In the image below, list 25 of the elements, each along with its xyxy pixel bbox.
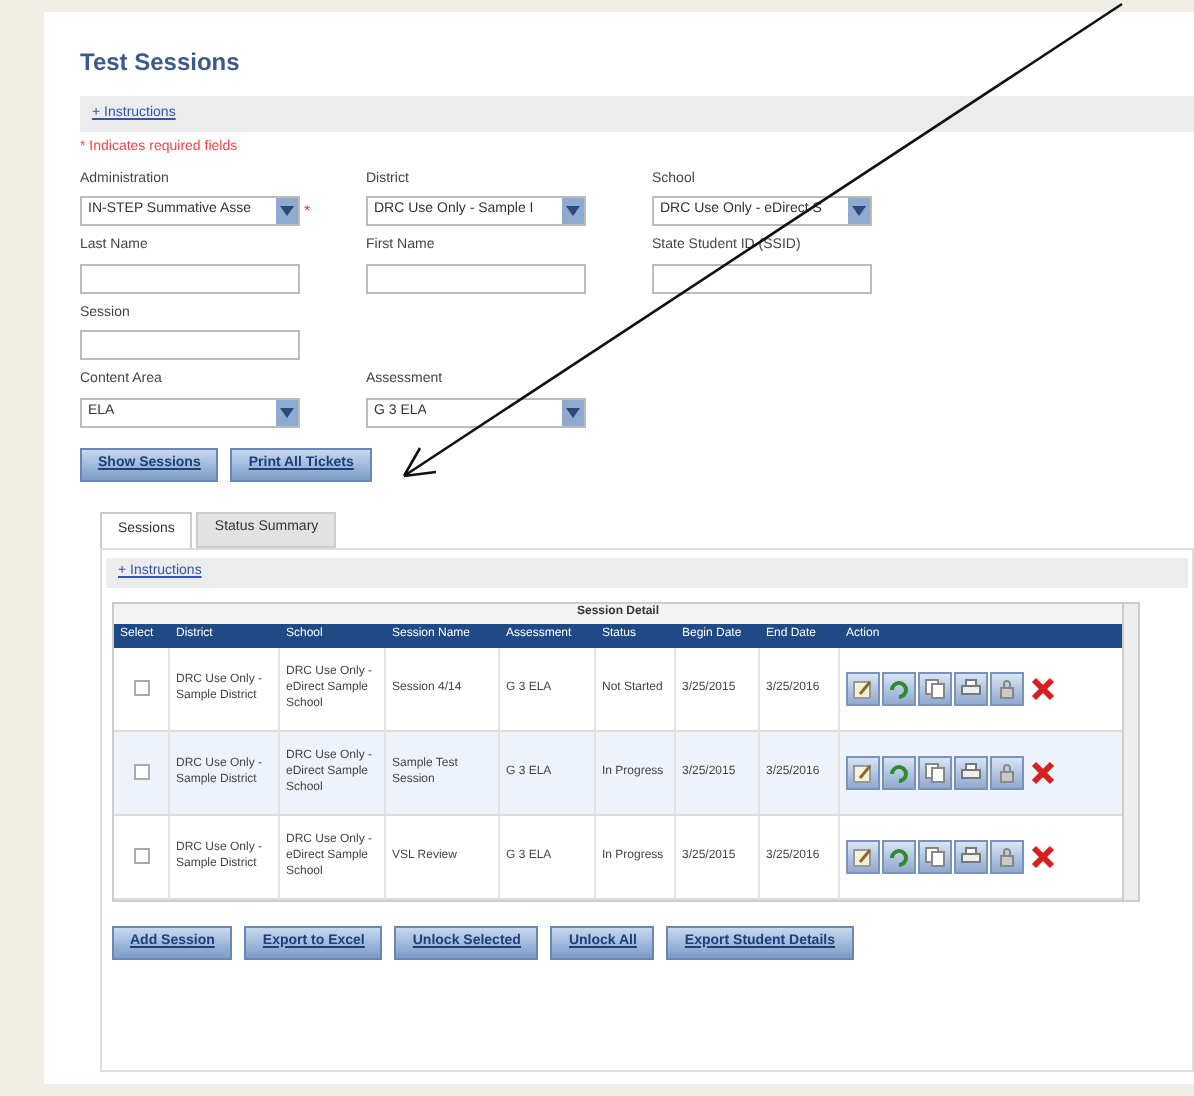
printer-icon[interactable] (954, 755, 988, 789)
documents-icon[interactable] (918, 839, 952, 873)
documents-icon[interactable] (918, 671, 952, 705)
pencil-icon[interactable] (846, 755, 880, 789)
required-mark: * (304, 199, 311, 223)
refresh-icon[interactable] (882, 839, 916, 873)
pencil-icon[interactable] (846, 671, 880, 705)
lock-icon[interactable] (990, 671, 1024, 705)
lock-icon[interactable] (990, 755, 1024, 789)
scrollbar[interactable] (1122, 603, 1138, 899)
refresh-icon[interactable] (882, 755, 916, 789)
page-title: Test Sessions (80, 46, 242, 80)
printer-icon[interactable] (954, 671, 988, 705)
refresh-icon[interactable] (882, 671, 916, 705)
documents-icon[interactable] (918, 755, 952, 789)
text-field[interactable] (80, 263, 300, 293)
printer-icon[interactable] (954, 839, 988, 873)
row-checkbox[interactable] (133, 680, 149, 696)
lock-icon[interactable] (990, 839, 1024, 873)
pencil-icon[interactable] (846, 839, 880, 873)
row-checkbox[interactable] (133, 764, 149, 780)
text-field[interactable] (80, 330, 300, 360)
row-checkbox[interactable] (133, 848, 149, 864)
text-field[interactable] (366, 263, 586, 293)
text-field[interactable] (652, 263, 872, 293)
